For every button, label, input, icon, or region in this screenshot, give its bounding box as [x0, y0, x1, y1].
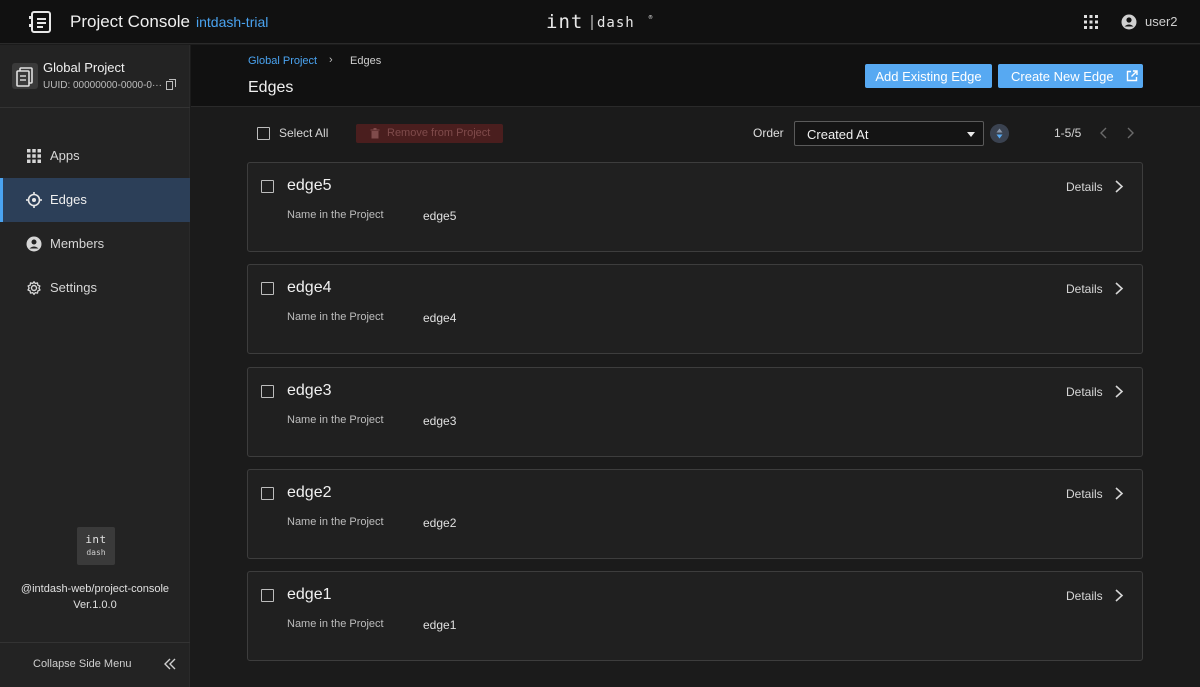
remove-from-project-label: Remove from Project [387, 127, 491, 139]
edge-checkbox[interactable] [261, 589, 274, 602]
breadcrumb-global-project[interactable]: Global Project [248, 55, 317, 67]
details-link[interactable]: Details [1066, 180, 1103, 194]
edge-name: edge3 [287, 382, 332, 399]
page-header: Global Project › Edges Edges Add Existin… [191, 45, 1200, 107]
user-avatar-icon[interactable] [1121, 14, 1137, 30]
field-label: Name in the Project [287, 516, 384, 528]
edge-checkbox[interactable] [261, 180, 274, 193]
intdash-logo: int dash ® [546, 11, 653, 33]
chevron-right-icon[interactable] [1114, 589, 1124, 602]
apps-grid-icon [27, 149, 41, 163]
field-value: edge4 [423, 311, 457, 325]
edge-name: edge5 [287, 177, 332, 194]
sidebar-item-label: Apps [50, 148, 80, 163]
project-console-icon[interactable] [28, 10, 54, 34]
edge-card: edge4 Details Name in the Project edge4 [247, 264, 1143, 354]
order-select[interactable]: Created At [794, 121, 984, 146]
details-link[interactable]: Details [1066, 385, 1103, 399]
sidebar-item-label: Settings [50, 280, 97, 295]
collapse-divider [0, 642, 190, 643]
settings-gear-icon [27, 281, 41, 296]
field-value: edge5 [423, 209, 457, 223]
chevron-left-icon[interactable] [1098, 127, 1110, 139]
edge-name: edge4 [287, 279, 332, 296]
order-label: Order [753, 126, 784, 140]
sidebar-item-apps[interactable]: Apps [0, 134, 190, 178]
tenant-link[interactable]: intdash-trial [196, 14, 268, 30]
edges-target-icon [26, 192, 42, 208]
details-link[interactable]: Details [1066, 589, 1103, 603]
field-label: Name in the Project [287, 209, 384, 221]
copy-icon[interactable] [166, 79, 176, 90]
caret-down-icon [967, 132, 975, 137]
svg-text:dash: dash [597, 15, 635, 31]
field-label: Name in the Project [287, 618, 384, 630]
edge-name: edge1 [287, 586, 332, 603]
sort-direction-icon[interactable] [990, 124, 1009, 143]
breadcrumb-separator: › [329, 54, 333, 66]
side-menu: Global Project UUID: 00000000-0000-0··· … [0, 45, 190, 687]
logo-line2: dash [86, 548, 106, 557]
sidebar-item-settings[interactable]: Settings [0, 266, 190, 310]
details-link[interactable]: Details [1066, 487, 1103, 501]
create-new-edge-button[interactable]: Create New Edge [998, 64, 1143, 88]
members-person-icon [26, 236, 42, 252]
intdash-small-logo: int dash [77, 527, 115, 565]
package-name: @intdash-web/project-console [20, 583, 170, 595]
edge-card: edge3 Details Name in the Project edge3 [247, 367, 1143, 457]
sidebar-item-members[interactable]: Members [0, 222, 190, 266]
sidebar-item-label: Members [50, 236, 105, 251]
chevron-right-icon[interactable] [1114, 385, 1124, 398]
project-uuid: UUID: 00000000-0000-0··· [43, 80, 162, 91]
project-icon [12, 63, 38, 89]
pagination-range: 1-5/5 [1054, 126, 1082, 140]
edge-name: edge2 [287, 484, 332, 501]
select-all-label[interactable]: Select All [279, 126, 328, 140]
svg-text:®: ® [648, 14, 653, 21]
field-value: edge1 [423, 618, 457, 632]
logo-line1: int [85, 533, 107, 546]
edge-checkbox[interactable] [261, 385, 274, 398]
chevron-right-icon[interactable] [1114, 487, 1124, 500]
collapse-side-menu-label[interactable]: Collapse Side Menu [33, 658, 131, 670]
app-title: Project Console [70, 12, 191, 31]
field-value: edge3 [423, 414, 457, 428]
edge-card: edge5 Details Name in the Project edge5 [247, 162, 1143, 252]
external-link-icon [1126, 70, 1138, 82]
chevron-right-icon[interactable] [1124, 127, 1136, 139]
breadcrumb-current: Edges [350, 55, 382, 67]
chevron-right-icon[interactable] [1114, 180, 1124, 193]
project-name: Global Project [43, 60, 125, 75]
page-title: Edges [248, 79, 294, 96]
svg-text:int: int [546, 11, 583, 33]
sidebar-item-label: Edges [50, 192, 87, 207]
remove-from-project-button[interactable]: Remove from Project [356, 124, 503, 143]
edge-card: edge2 Details Name in the Project edge2 [247, 469, 1143, 559]
order-select-value: Created At [807, 127, 869, 142]
details-link[interactable]: Details [1066, 282, 1103, 296]
select-all-checkbox[interactable] [257, 127, 270, 140]
create-new-edge-label: Create New Edge [1011, 68, 1114, 84]
trash-icon [370, 128, 380, 139]
chevron-right-icon[interactable] [1114, 282, 1124, 295]
field-label: Name in the Project [287, 414, 384, 426]
edge-checkbox[interactable] [261, 487, 274, 500]
double-chevron-left-icon[interactable] [164, 658, 176, 670]
add-existing-edge-button[interactable]: Add Existing Edge [865, 64, 992, 88]
user-name[interactable]: user2 [1145, 14, 1178, 29]
field-label: Name in the Project [287, 311, 384, 323]
sidebar-divider [0, 107, 190, 108]
edge-checkbox[interactable] [261, 282, 274, 295]
edge-card: edge1 Details Name in the Project edge1 [247, 571, 1143, 661]
top-bar: Project Console intdash-trial int dash ®… [0, 0, 1200, 44]
app-switcher-grid-icon[interactable] [1083, 14, 1099, 30]
sidebar-item-edges[interactable]: Edges [0, 178, 190, 222]
version-label: Ver.1.0.0 [73, 599, 117, 611]
field-value: edge2 [423, 516, 457, 530]
